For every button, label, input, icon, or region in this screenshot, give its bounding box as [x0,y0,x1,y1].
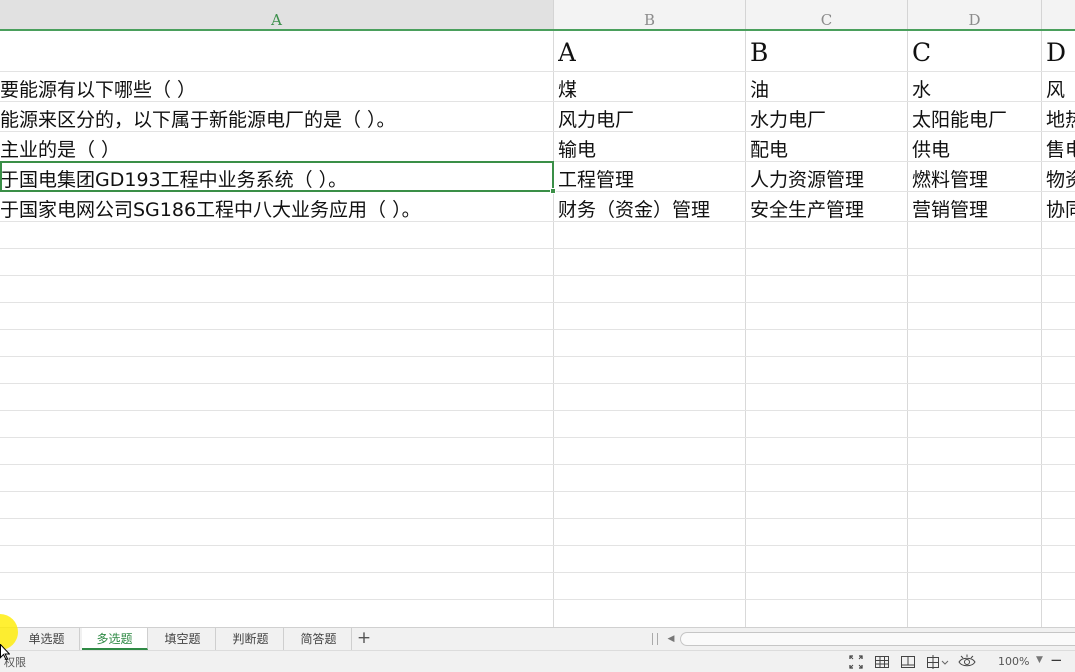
cell-option-d[interactable]: 售电 [1046,135,1075,162]
cell-b-header[interactable]: A [558,33,576,73]
zoom-level[interactable]: 100% [998,655,1029,668]
column-header-a[interactable]: A [0,0,554,29]
row-divider [0,572,1075,573]
row-divider [0,545,1075,546]
cell-question[interactable]: 能源来区分的，以下属于新能源电厂的是（ ）。 [0,105,552,132]
cell-option-b[interactable]: 安全生产管理 [750,195,906,222]
zoom-out-button[interactable]: − [1050,651,1063,669]
fullscreen-icon[interactable] [848,654,864,670]
row-divider [0,275,1075,276]
cell-question[interactable]: 于国家电网公司SG186工程中八大业务应用（ ）。 [0,195,552,222]
sheet-tab-true-false[interactable]: 判断题 [218,628,284,650]
cell-option-c[interactable]: 燃料管理 [912,165,1040,192]
row-divider [0,599,1075,600]
cell-option-c[interactable]: 营销管理 [912,195,1040,222]
spreadsheet-grid[interactable]: A B C D 要能源有以下哪些（ ） 煤 油 水 风 能源来区分的，以下属于新… [0,31,1075,627]
page-break-view-icon[interactable] [926,654,950,670]
column-header-d[interactable]: D [908,0,1042,29]
cell-option-b[interactable]: 人力资源管理 [750,165,906,192]
cell-option-b[interactable]: 配电 [750,135,906,162]
sheet-tab-single-choice[interactable]: 单选题 [14,628,80,650]
add-sheet-button[interactable]: + [354,628,374,650]
cell-option-d[interactable]: 物资 [1046,165,1075,192]
row-divider [0,464,1075,465]
status-bar: 权限 100% ▼ − [0,650,1075,672]
row-divider [0,329,1075,330]
row-divider [0,518,1075,519]
row-divider [0,356,1075,357]
cell-option-a[interactable]: 输电 [558,135,744,162]
cell-question[interactable]: 主业的是（ ） [0,135,552,162]
cell-option-b[interactable]: 水力电厂 [750,105,906,132]
column-header-b[interactable]: B [554,0,746,29]
page-layout-icon[interactable] [900,654,916,670]
cell-option-a[interactable]: 风力电厂 [558,105,744,132]
cell-option-d[interactable]: 协同 [1046,195,1075,222]
cell-option-b[interactable]: 油 [750,75,906,102]
column-header-c[interactable]: C [746,0,908,29]
row-divider [0,491,1075,492]
row-divider [0,383,1075,384]
row-divider [0,437,1075,438]
cell-c-header[interactable]: B [750,33,768,73]
eye-protection-icon[interactable] [958,654,976,670]
sheet-tab-short-answer[interactable]: 简答题 [286,628,352,650]
row-divider [0,410,1075,411]
chevron-down-icon[interactable]: ▼ [1036,655,1043,665]
fill-handle[interactable] [550,188,556,194]
normal-view-icon[interactable] [874,654,890,670]
column-header-bar: A B C D [0,0,1075,31]
row-divider [0,248,1075,249]
cell-d-header[interactable]: C [912,33,931,73]
cell-option-c[interactable]: 水 [912,75,1040,102]
sheet-tab-multiple-choice[interactable]: 多选题 [82,628,148,650]
cell-question[interactable]: 要能源有以下哪些（ ） [0,75,552,102]
column-header-e[interactable] [1042,0,1075,29]
cell-option-a[interactable]: 财务（资金）管理 [558,195,744,222]
scroll-left-icon[interactable]: ◀ [664,631,678,647]
cell-option-a[interactable]: 工程管理 [558,165,744,192]
cell-option-d[interactable]: 地热 [1046,105,1075,132]
cell-option-a[interactable]: 煤 [558,75,744,102]
row-divider [0,302,1075,303]
horizontal-scrollbar[interactable] [680,632,1075,646]
sheet-tabs-bar: 单选题 多选题 填空题 判断题 简答题 + ◀ [0,627,1075,650]
mouse-pointer-icon [0,643,11,664]
sheet-tab-fill-blank[interactable]: 填空题 [150,628,216,650]
cell-option-d[interactable]: 风 [1046,75,1075,102]
cell-option-c[interactable]: 太阳能电厂 [912,105,1040,132]
scrollbar-splitter-handle[interactable] [652,633,658,645]
cell-question[interactable]: 于国电集团GD193工程中业务系统（ ）。 [0,165,552,192]
cell-e-header[interactable]: D [1046,33,1066,73]
cell-option-c[interactable]: 供电 [912,135,1040,162]
